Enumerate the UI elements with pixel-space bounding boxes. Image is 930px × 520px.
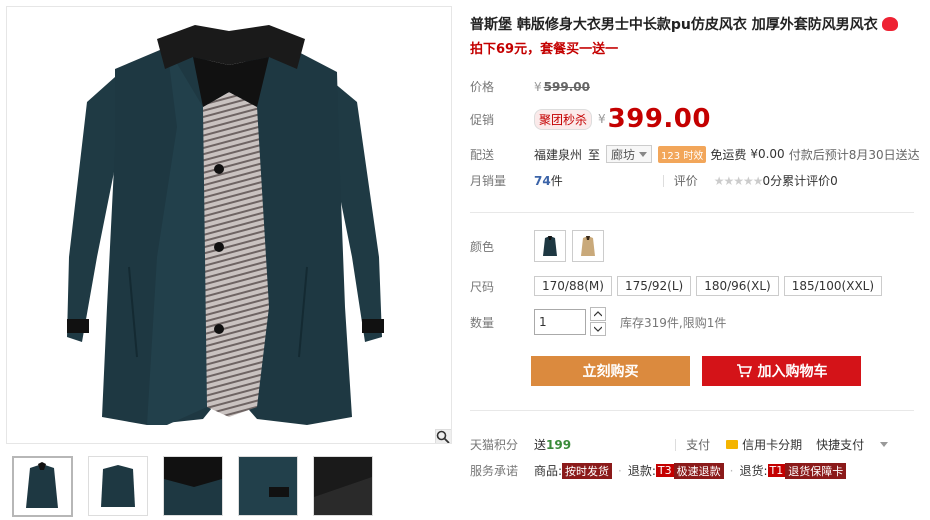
promo-label: 促销 [470, 112, 495, 127]
quick-pay-option[interactable]: 快捷支付 [816, 436, 864, 453]
size-option[interactable]: 180/96(XL) [696, 276, 779, 296]
product-detail-panel: 普斯堡 韩版修身大衣男士中长款pu仿皮风衣 加厚外套防风男风衣 拍下69元，套餐… [462, 0, 930, 520]
shipping-to-word: 至 [588, 147, 601, 162]
thumbnail-4[interactable] [238, 456, 298, 516]
timely-tag: 123 时效 [658, 145, 707, 163]
divider [675, 438, 677, 451]
rating-label: 评价 [673, 174, 698, 188]
shipping-row: 配送 福建泉州 至 廊坊 123 时效 免运费 ¥0.00 付款后预计8月30日… [470, 145, 920, 163]
color-row: 颜色 [470, 230, 610, 262]
rating-score: 0分 [762, 174, 783, 188]
promo-price: 399.00 [607, 104, 711, 134]
shipping-from: 福建泉州 [534, 147, 583, 162]
pay-label: 支付 [686, 438, 711, 452]
section-divider [470, 410, 914, 411]
color-label: 颜色 [470, 239, 495, 254]
original-price: 599.00 [543, 79, 590, 94]
service-row: 服务承诺 商品: 按时发货 · 退款: T3 极速退款 · 退货: T1 退货保障卡 [470, 462, 847, 479]
quantity-input[interactable] [534, 309, 586, 335]
stock-info: 库存319件,限购1件 [620, 315, 727, 330]
credit-card-option[interactable]: 信用卡分期 [742, 436, 802, 453]
zoom-icon[interactable] [435, 429, 451, 443]
goods-tag[interactable]: 按时发货 [562, 462, 613, 479]
refund-label: 退款: [627, 464, 656, 478]
size-label: 尺码 [470, 279, 495, 294]
service-label: 服务承诺 [470, 464, 519, 478]
section-divider [470, 212, 914, 213]
color-swatch-khaki[interactable] [572, 230, 604, 262]
buy-now-label: 立刻购买 [582, 364, 639, 380]
shipping-fee-text: 免运费 [710, 147, 747, 162]
rating-stars-icon: ★★★★★ [713, 173, 764, 188]
increase-button[interactable] [590, 307, 606, 321]
decrease-button[interactable] [590, 322, 606, 336]
product-title: 普斯堡 韩版修身大衣男士中长款pu仿皮风衣 加厚外套防风男风衣 [470, 14, 930, 34]
quantity-label: 数量 [470, 315, 495, 330]
size-option[interactable]: 170/88(M) [534, 276, 612, 296]
thumbnail-1[interactable] [12, 456, 73, 517]
size-option[interactable]: 175/92(L) [616, 276, 692, 296]
promo-row: 促销 聚团秒杀 ¥ 399.00 [470, 104, 711, 134]
points-prefix: 送 [534, 438, 547, 452]
destination-select[interactable]: 廊坊 [606, 145, 653, 163]
divider: · [729, 463, 734, 478]
chevron-down-icon[interactable] [880, 442, 889, 447]
return-tag[interactable]: 退货保障卡 [785, 462, 847, 479]
shipping-eta: 付款后预计8月30日送达 [788, 147, 920, 162]
refund-code: T3 [655, 464, 674, 477]
chevron-down-icon [639, 151, 648, 157]
size-option[interactable]: 185/100(XXL) [783, 276, 883, 296]
shipping-fee: ¥0.00 [750, 147, 785, 161]
cart-icon [736, 364, 752, 378]
return-code: T1 [767, 464, 786, 477]
buy-now-button[interactable]: 立刻购买 [531, 356, 690, 386]
sales-row: 月销量 74 件 评价 ★★★★★ 0分 累计评价0 [470, 172, 838, 189]
promo-currency: ¥ [598, 112, 606, 126]
thumbnail-5[interactable] [313, 456, 373, 516]
main-product-image[interactable] [6, 6, 452, 444]
price-label: 价格 [470, 80, 495, 94]
product-subtitle: 拍下69元，套餐买一送一 [470, 42, 619, 57]
thumbnail-2[interactable] [88, 456, 148, 516]
divider: · [618, 463, 622, 478]
return-label: 退货: [739, 464, 768, 478]
price-currency: ¥ [534, 79, 542, 94]
color-swatch-navy[interactable] [534, 230, 566, 262]
points-row: 天猫积分 送 199 支付 信用卡分期 快捷支付 [470, 436, 889, 453]
goods-label: 商品: [534, 464, 563, 478]
product-gallery [0, 0, 452, 520]
sales-count: 74 [534, 173, 551, 188]
coat-illustration [67, 25, 384, 425]
sales-label: 月销量 [470, 174, 507, 188]
points-value: 199 [546, 437, 572, 452]
chevron-up-icon [594, 311, 602, 317]
credit-card-icon [726, 440, 739, 449]
sales-unit: 件 [550, 174, 563, 188]
quantity-stepper [590, 307, 606, 337]
chevron-down-icon [594, 326, 602, 332]
review-count[interactable]: 累计评价0 [782, 172, 838, 189]
divider [662, 174, 664, 187]
add-to-cart-label: 加入购物车 [757, 364, 828, 380]
refund-tag[interactable]: 极速退款 [673, 462, 724, 479]
promo-tag: 聚团秒杀 [534, 108, 593, 130]
thumbnail-3[interactable] [163, 456, 223, 516]
add-to-cart-button[interactable]: 加入购物车 [702, 356, 861, 386]
destination-value: 廊坊 [611, 147, 636, 162]
points-label: 天猫积分 [470, 438, 519, 452]
price-row: 价格 ¥ 599.00 [470, 78, 590, 95]
tmall-badge-icon [881, 17, 898, 31]
shipping-label: 配送 [470, 147, 495, 162]
size-row: 尺码 170/88(M) 175/92(L) 180/96(XL) 185/10… [470, 276, 887, 296]
thumbnail-strip [12, 456, 373, 518]
quantity-row: 数量 库存319件,限购1件 [470, 307, 726, 337]
